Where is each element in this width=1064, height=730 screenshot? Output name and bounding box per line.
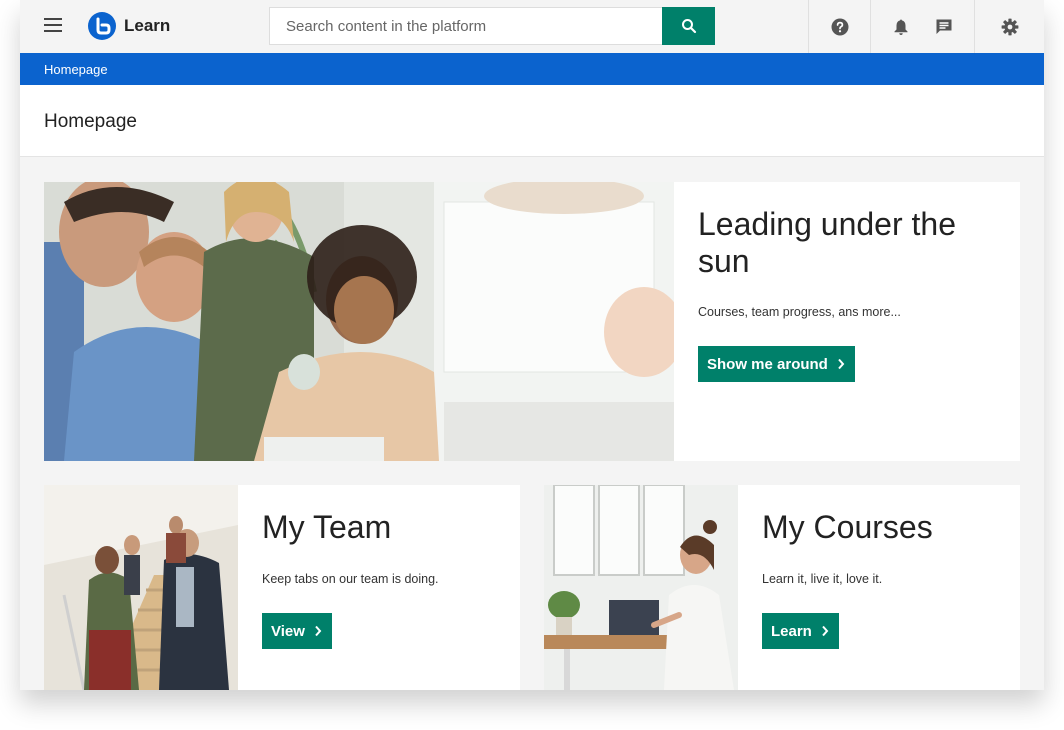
settings-button[interactable] (974, 0, 1044, 53)
app-name: Learn (124, 16, 171, 35)
learn-button[interactable]: Learn (762, 613, 839, 649)
header-tools (808, 0, 1044, 53)
search-input[interactable] (269, 7, 662, 45)
show-me-around-button[interactable]: Show me around (698, 346, 855, 382)
hero-subtitle: Courses, team progress, ans more... (698, 305, 901, 319)
gear-icon (1001, 18, 1018, 35)
my-courses-card: My Courses Learn it, live it, love it. L… (544, 485, 1020, 690)
my-team-title: My Team (262, 509, 392, 545)
view-label: View (271, 622, 305, 640)
view-button[interactable]: View (262, 613, 332, 649)
chevron-right-icon (822, 625, 829, 637)
my-courses-subtitle: Learn it, live it, love it. (762, 572, 883, 586)
learn-label: Learn (771, 622, 812, 640)
show-me-around-label: Show me around (707, 355, 828, 373)
hero-title: Leading under the sun (698, 206, 956, 279)
bell-icon[interactable] (893, 18, 909, 36)
learn-logo-icon (88, 12, 116, 40)
breadcrumb-homepage[interactable]: Homepage (44, 62, 108, 77)
chevron-right-icon (315, 625, 322, 637)
my-team-subtitle: Keep tabs on our team is doing. (262, 572, 439, 586)
my-courses-title: My Courses (762, 509, 933, 545)
hero-image (44, 182, 674, 461)
app-logo[interactable]: Learn (88, 12, 170, 40)
search-button[interactable] (662, 7, 715, 45)
top-bar: Learn (20, 0, 1044, 53)
my-team-card: My Team Keep tabs on our team is doing. … (44, 485, 520, 690)
notification-tools (870, 0, 974, 53)
app-window: Learn Search content in the platform Hom… (20, 0, 1044, 690)
page-header: Homepage (20, 85, 1044, 157)
page-title: Homepage (44, 111, 137, 132)
my-team-image (44, 485, 238, 690)
hero-card: Leading under the sun Courses, team prog… (44, 182, 1020, 461)
breadcrumb-bar: Homepage (20, 53, 1044, 85)
help-button[interactable] (808, 0, 870, 53)
chevron-right-icon (838, 358, 845, 370)
hamburger-icon[interactable] (44, 18, 62, 32)
help-icon (831, 18, 848, 35)
my-courses-image (544, 485, 738, 690)
search-icon (681, 19, 696, 34)
search-bar (269, 7, 715, 45)
chat-icon[interactable] (935, 18, 953, 36)
